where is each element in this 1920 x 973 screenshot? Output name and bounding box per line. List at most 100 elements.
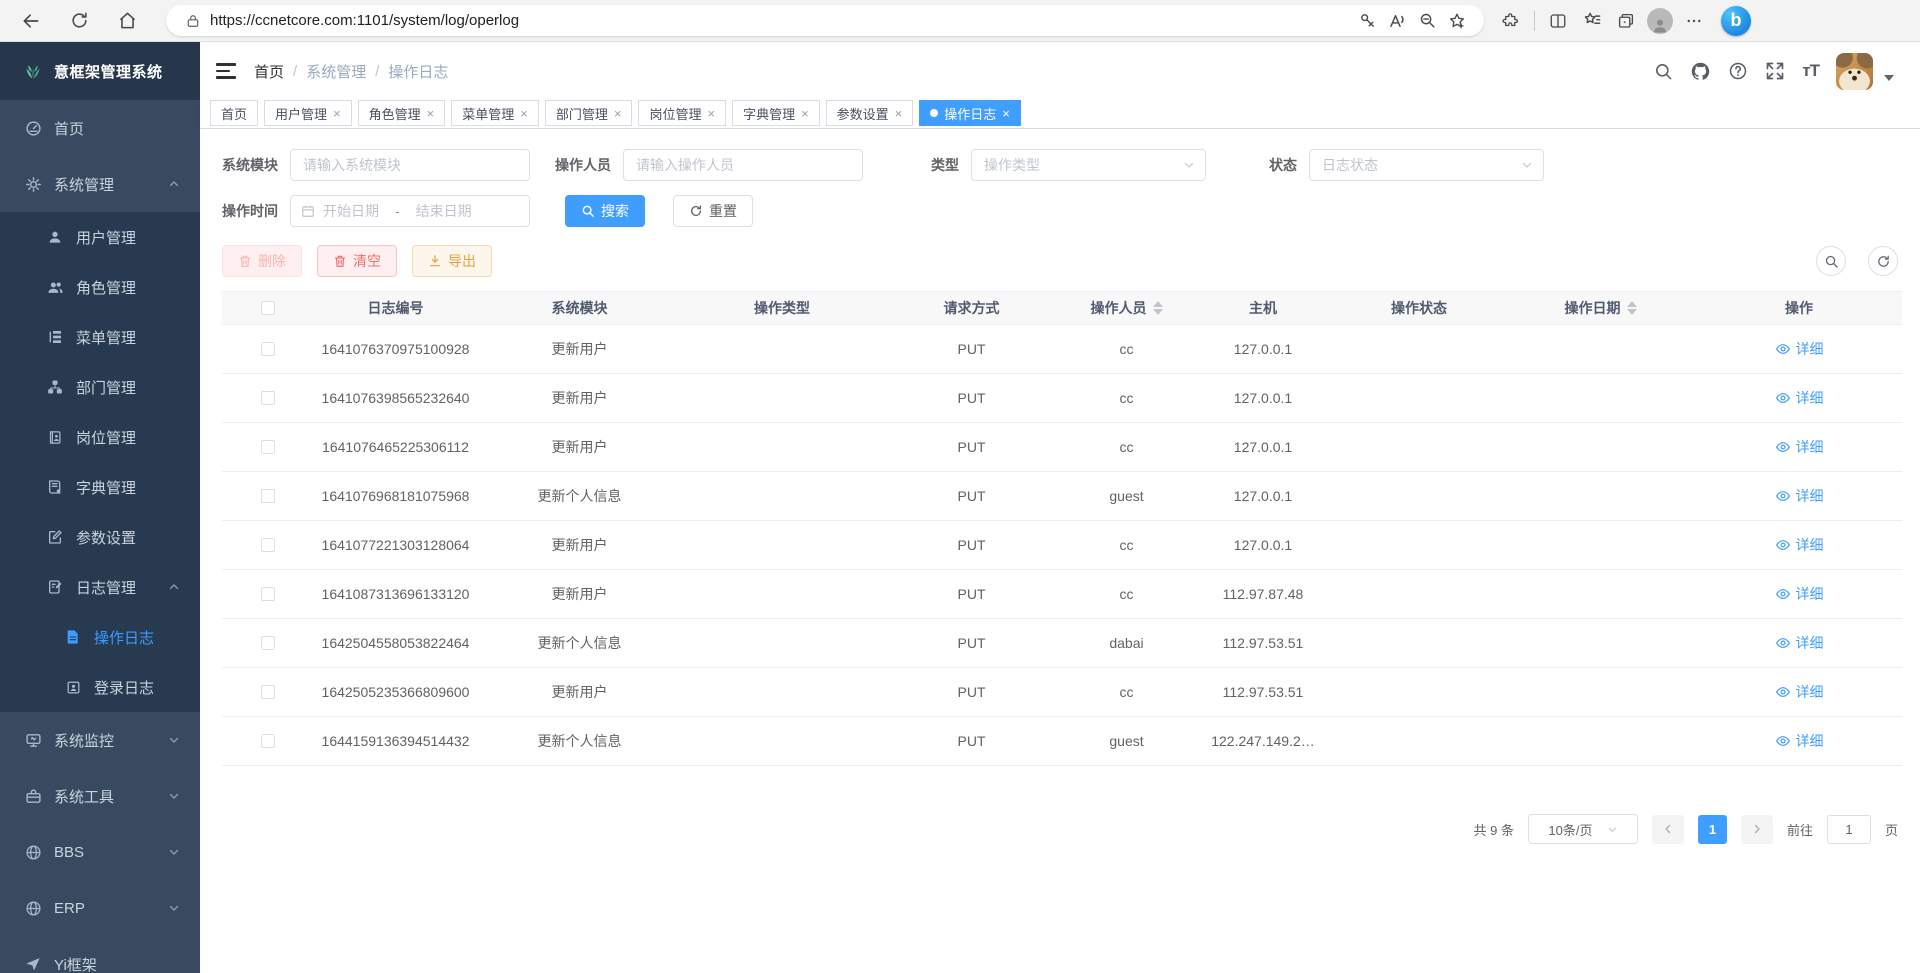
detail-link[interactable]: 详细 xyxy=(1775,633,1824,653)
sidebar-item-menus[interactable]: 菜单管理 xyxy=(0,312,200,362)
tab-menu-mgmt[interactable]: 菜单管理× xyxy=(451,100,539,126)
tab-operation-log[interactable]: 操作日志× xyxy=(919,100,1021,126)
tab-role-mgmt[interactable]: 角色管理× xyxy=(358,100,446,126)
favorite-add-icon[interactable] xyxy=(1442,6,1472,36)
reset-button[interactable]: 重置 xyxy=(673,195,753,227)
goto-page-input[interactable] xyxy=(1827,815,1871,844)
close-icon[interactable]: × xyxy=(614,106,622,121)
sidebar-item-departments[interactable]: 部门管理 xyxy=(0,362,200,412)
tab-dept-mgmt[interactable]: 部门管理× xyxy=(545,100,633,126)
detail-link[interactable]: 详细 xyxy=(1775,584,1824,604)
favorites-bar-icon[interactable] xyxy=(1575,4,1609,38)
sidebar-item-bbs[interactable]: BBS xyxy=(0,824,200,880)
detail-link[interactable]: 详细 xyxy=(1775,535,1824,555)
close-icon[interactable]: × xyxy=(520,106,528,121)
close-icon[interactable]: × xyxy=(707,106,715,121)
module-input[interactable] xyxy=(290,149,530,181)
operator-input[interactable] xyxy=(623,149,863,181)
tab-dict-mgmt[interactable]: 字典管理× xyxy=(732,100,820,126)
url-text[interactable]: https://ccnetcore.com:1101/system/log/op… xyxy=(210,12,1352,29)
page-number-1[interactable]: 1 xyxy=(1698,815,1727,844)
read-aloud-icon[interactable] xyxy=(1382,6,1412,36)
refresh-icon[interactable] xyxy=(62,4,96,38)
search-button[interactable]: 搜索 xyxy=(565,195,645,227)
close-icon[interactable]: × xyxy=(1002,106,1010,121)
split-screen-icon[interactable] xyxy=(1541,4,1575,38)
github-icon[interactable] xyxy=(1690,61,1711,82)
sidebar-item-posts[interactable]: 岗位管理 xyxy=(0,412,200,462)
delete-button[interactable]: 删除 xyxy=(222,245,302,277)
search-icon[interactable] xyxy=(1654,62,1673,81)
avatar-caret-icon[interactable] xyxy=(1884,75,1894,81)
sidebar-item-home[interactable]: 首页 xyxy=(0,100,200,156)
row-checkbox[interactable] xyxy=(261,685,275,699)
sidebar-item-system[interactable]: 系统管理 xyxy=(0,156,200,212)
close-icon[interactable]: × xyxy=(895,106,903,121)
address-bar[interactable]: https://ccnetcore.com:1101/system/log/op… xyxy=(166,5,1484,36)
key-icon[interactable] xyxy=(1352,6,1382,36)
detail-link[interactable]: 详细 xyxy=(1775,731,1824,751)
sort-icon[interactable] xyxy=(1153,301,1163,315)
clear-button[interactable]: 清空 xyxy=(317,245,397,277)
detail-link[interactable]: 详细 xyxy=(1775,486,1824,506)
close-icon[interactable]: × xyxy=(801,106,809,121)
row-checkbox[interactable] xyxy=(261,538,275,552)
fullscreen-icon[interactable] xyxy=(1765,61,1785,81)
breadcrumb-system[interactable]: 系统管理 xyxy=(306,61,366,82)
home-icon[interactable] xyxy=(110,4,144,38)
next-page-button[interactable] xyxy=(1741,815,1773,844)
detail-link[interactable]: 详细 xyxy=(1775,388,1824,408)
sort-icon[interactable] xyxy=(1627,301,1637,315)
table-refresh-icon[interactable] xyxy=(1868,246,1898,276)
row-checkbox[interactable] xyxy=(261,440,275,454)
user-avatar[interactable] xyxy=(1836,53,1873,90)
row-checkbox[interactable] xyxy=(261,587,275,601)
breadcrumb-home[interactable]: 首页 xyxy=(254,61,284,82)
row-checkbox[interactable] xyxy=(261,734,275,748)
row-checkbox[interactable] xyxy=(261,342,275,356)
sidebar-item-parameters[interactable]: 参数设置 xyxy=(0,512,200,562)
help-icon[interactable] xyxy=(1728,61,1748,81)
sidebar-item-users[interactable]: 用户管理 xyxy=(0,212,200,262)
detail-link[interactable]: 详细 xyxy=(1775,339,1824,359)
zoom-out-icon[interactable] xyxy=(1412,6,1442,36)
prev-page-button[interactable] xyxy=(1652,815,1684,844)
close-icon[interactable]: × xyxy=(333,106,341,121)
detail-link[interactable]: 详细 xyxy=(1775,682,1824,702)
tab-param-settings[interactable]: 参数设置× xyxy=(826,100,914,126)
tab-home[interactable]: 首页 xyxy=(210,100,258,126)
sidebar-item-roles[interactable]: 角色管理 xyxy=(0,262,200,312)
column-header-operator[interactable]: 操作人员 xyxy=(1060,292,1193,324)
tab-user-mgmt[interactable]: 用户管理× xyxy=(264,100,352,126)
sidebar-item-dictionary[interactable]: 字典管理 xyxy=(0,462,200,512)
tab-post-mgmt[interactable]: 岗位管理× xyxy=(638,100,726,126)
row-checkbox[interactable] xyxy=(261,636,275,650)
column-header-date[interactable]: 操作日期 xyxy=(1505,292,1696,324)
type-select[interactable]: 操作类型 xyxy=(971,149,1206,181)
select-all-checkbox[interactable] xyxy=(261,301,275,315)
profile-icon[interactable] xyxy=(1643,4,1677,38)
collections-icon[interactable] xyxy=(1609,4,1643,38)
sidebar-item-logs[interactable]: 日志管理 xyxy=(0,562,200,612)
sidebar-item-erp[interactable]: ERP xyxy=(0,880,200,936)
extensions-icon[interactable] xyxy=(1494,4,1528,38)
sidebar-item-yi-framework[interactable]: Yi框架 xyxy=(0,936,200,973)
export-button[interactable]: 导出 xyxy=(412,245,492,277)
status-select[interactable]: 日志状态 xyxy=(1309,149,1544,181)
back-icon[interactable] xyxy=(14,4,48,38)
table-search-icon[interactable] xyxy=(1816,246,1846,276)
bing-chat-icon[interactable]: b xyxy=(1721,6,1751,36)
page-size-select[interactable]: 10条/页 xyxy=(1528,814,1638,844)
app-logo[interactable]: 意框架管理系统 xyxy=(0,42,200,100)
row-checkbox[interactable] xyxy=(261,391,275,405)
row-checkbox[interactable] xyxy=(261,489,275,503)
sidebar-item-operation-log[interactable]: 操作日志 xyxy=(0,612,200,662)
sidebar-item-monitor[interactable]: 系统监控 xyxy=(0,712,200,768)
sidebar-item-login-log[interactable]: 登录日志 xyxy=(0,662,200,712)
date-range-picker[interactable]: 开始日期 - 结束日期 xyxy=(290,195,530,227)
sidebar-toggle-icon[interactable] xyxy=(216,63,236,79)
detail-link[interactable]: 详细 xyxy=(1775,437,1824,457)
more-icon[interactable] xyxy=(1677,4,1711,38)
close-icon[interactable]: × xyxy=(427,106,435,121)
sidebar-item-tools[interactable]: 系统工具 xyxy=(0,768,200,824)
